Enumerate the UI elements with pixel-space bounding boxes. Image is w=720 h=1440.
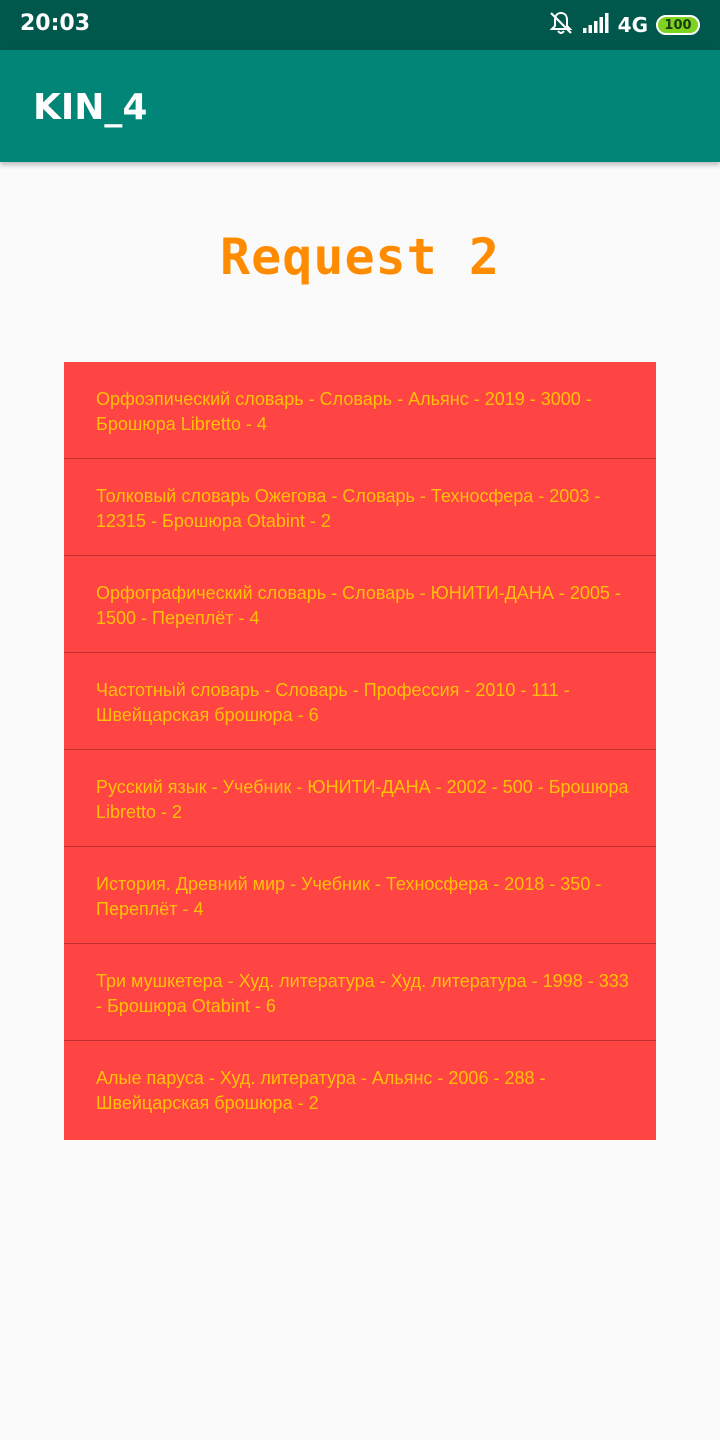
results-list[interactable]: Орфоэпический словарь - Словарь - Альянс…: [64, 362, 656, 1140]
list-item[interactable]: Орфоэпический словарь - Словарь - Альянс…: [64, 362, 656, 459]
signal-icon: [582, 12, 610, 39]
list-item[interactable]: Алые паруса - Худ. литература - Альянс -…: [64, 1041, 656, 1138]
status-time: 20:03: [20, 11, 91, 36]
list-item[interactable]: Русский язык - Учебник - ЮНИТИ-ДАНА - 20…: [64, 750, 656, 847]
list-item[interactable]: История. Древний мир - Учебник - Техносф…: [64, 847, 656, 944]
list-item[interactable]: Орфографический словарь - Словарь - ЮНИТ…: [64, 556, 656, 653]
status-bar: 20:03 4G 100: [0, 0, 720, 50]
app-title: KIN_4: [33, 87, 148, 128]
network-type: 4G: [617, 13, 648, 37]
status-icons: 4G 100: [548, 11, 700, 39]
notifications-off-icon: [548, 10, 574, 41]
list-item[interactable]: Три мушкетера - Худ. литература - Худ. л…: [64, 944, 656, 1041]
battery-icon: 100: [656, 15, 700, 35]
page-title: Request 2: [220, 228, 500, 286]
list-item[interactable]: Частотный словарь - Словарь - Профессия …: [64, 653, 656, 750]
list-item[interactable]: Толковый словарь Ожегова - Словарь - Тех…: [64, 459, 656, 556]
battery-level: 100: [664, 17, 692, 33]
app-bar: KIN_4: [0, 50, 720, 162]
